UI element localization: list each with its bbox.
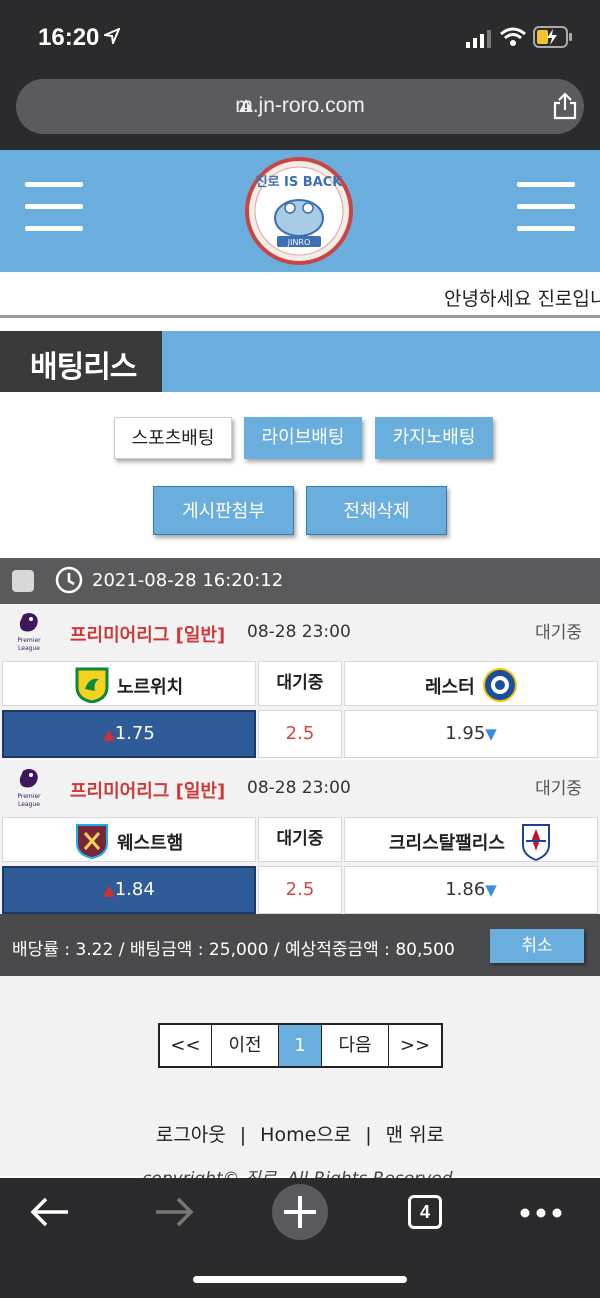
bet-list-header: 2021-08-28 16:20:12 — [0, 558, 600, 604]
pagination: << 이전 1 다음 >> — [158, 1023, 443, 1068]
spacer — [0, 321, 600, 331]
top-link[interactable]: 맨 위로 — [386, 1124, 444, 1146]
title-block: 배팅리스 — [0, 331, 162, 392]
plus-icon — [284, 1196, 316, 1228]
marquee-text: 안녕하세요 진로입니 — [444, 288, 600, 310]
url-text: m.jn-roro.com — [235, 94, 365, 117]
leicester-crest-icon — [483, 668, 517, 702]
footer-links: 로그아웃 | Home으로 | 맨 위로 — [0, 1120, 600, 1147]
url-bar[interactable]: m.jn-roro.com — [16, 79, 584, 134]
pagination-next[interactable]: 다음 — [322, 1025, 389, 1066]
bet-datetime: 2021-08-28 16:20:12 — [92, 570, 284, 591]
match-time: 08-28 23:00 — [247, 778, 351, 798]
browser-toolbar: 4 — [0, 1178, 600, 1298]
premier-league-logo-icon: PremierLeague — [17, 613, 41, 652]
bet-summary-bar: 배당률 : 3.22 / 배팅금액 : 25,000 / 예상적중금액 : 80… — [0, 914, 600, 976]
away-team-name: 레스터 — [425, 677, 475, 698]
arrow-up-icon: ▲ — [103, 881, 115, 899]
pagination-first[interactable]: << — [160, 1025, 212, 1066]
match-mid-label: 대기중 — [258, 661, 342, 706]
draw-odds-button[interactable]: 2.5 — [258, 710, 342, 758]
home-team-cell: 노르위치 — [2, 661, 256, 706]
norwich-crest-icon — [75, 667, 109, 703]
away-team-name: 크리스탈팰리스 — [389, 833, 505, 854]
pagination-prev[interactable]: 이전 — [212, 1025, 279, 1066]
arrow-up-icon: ▲ — [103, 725, 115, 743]
arrow-down-icon: ▼ — [485, 881, 497, 899]
pagination-last[interactable]: >> — [389, 1025, 441, 1066]
match-status: 대기중 — [535, 779, 582, 799]
svg-text:League: League — [18, 801, 40, 808]
away-team-cell: 레스터 — [344, 661, 598, 706]
match-header: Premier League 프리미어리그 [일반] 08-28 23:00 대기… — [0, 760, 600, 815]
west-ham-crest-icon — [76, 824, 108, 859]
home-odds-button[interactable]: ▲1.84 — [2, 866, 256, 914]
away-odds: 1.86 — [445, 879, 486, 900]
bet-summary-text: 배당률 : 3.22 / 배팅금액 : 25,000 / 예상적중금액 : 80… — [12, 940, 455, 960]
tab-live-betting[interactable]: 라이브배팅 — [244, 417, 362, 459]
match-header: Premier League 프리미어리그 [일반] 08-28 23:00 대기… — [0, 604, 600, 659]
away-team-cell: 크리스탈팰리스 — [344, 817, 598, 862]
wifi-icon — [500, 27, 526, 46]
cancel-button[interactable]: 취소 — [490, 929, 584, 963]
battery-icon — [533, 26, 572, 48]
arrow-down-icon: ▼ — [485, 725, 497, 743]
tab-casino-betting[interactable]: 카지노배팅 — [375, 417, 493, 459]
status-time: 16:20 — [38, 24, 100, 51]
crystal-palace-crest-icon — [522, 824, 550, 861]
away-odds: 1.95 — [445, 723, 486, 744]
footer-separator: | — [239, 1124, 247, 1146]
pagination-current[interactable]: 1 — [279, 1025, 322, 1066]
cell-signal-icon — [466, 30, 491, 48]
footer-separator: | — [365, 1124, 372, 1146]
site-header: 진로 IS BACK JINRO — [0, 150, 600, 272]
logo-sub: JINRO — [287, 238, 311, 247]
status-bar: 16:20 — [0, 0, 600, 76]
notice-marquee: 안녕하세요 진로입니 — [0, 272, 600, 318]
home-odds: 1.75 — [114, 723, 155, 744]
more-icon[interactable] — [520, 1208, 562, 1218]
logo-text: 진로 IS BACK — [256, 174, 344, 190]
menu-left-icon[interactable] — [25, 182, 85, 234]
clock-icon — [55, 566, 83, 594]
svg-text:Premier: Premier — [17, 793, 41, 800]
home-team-cell: 웨스트햄 — [2, 817, 256, 862]
match-status: 대기중 — [535, 623, 582, 643]
svg-text:Premier: Premier — [17, 637, 41, 644]
away-odds-button[interactable]: 1.95▼ — [344, 710, 598, 758]
home-team-name: 웨스트햄 — [117, 833, 184, 854]
league-name: 프리미어리그 [일반] — [70, 625, 226, 646]
premier-league-logo-icon: PremierLeague — [17, 769, 41, 808]
page-title-band: 배팅리스 — [0, 331, 600, 392]
league-name: 프리미어리그 [일반] — [70, 781, 226, 802]
home-odds-button[interactable]: ▲1.75 — [2, 710, 256, 758]
location-arrow-icon — [104, 28, 120, 44]
browser-url-area: m.jn-roro.com — [0, 76, 600, 150]
page-title: 배팅리스 — [30, 350, 137, 385]
svg-text:League: League — [18, 645, 40, 652]
forward-arrow-icon[interactable] — [154, 1196, 194, 1228]
away-odds-button[interactable]: 1.86▼ — [344, 866, 598, 914]
logout-link[interactable]: 로그아웃 — [156, 1124, 226, 1146]
new-tab-button[interactable] — [272, 1184, 328, 1240]
site-logo[interactable]: 진로 IS BACK JINRO — [244, 156, 354, 266]
select-checkbox[interactable] — [12, 570, 34, 592]
back-arrow-icon[interactable] — [30, 1196, 70, 1228]
match-mid-label: 대기중 — [258, 817, 342, 862]
home-team-name: 노르위치 — [117, 677, 184, 698]
home-odds: 1.84 — [114, 879, 155, 900]
menu-right-icon[interactable] — [517, 182, 577, 234]
delete-all-button[interactable]: 전체삭제 — [306, 486, 447, 535]
tab-sports-betting[interactable]: 스포츠배팅 — [114, 417, 232, 459]
attach-to-board-button[interactable]: 게시판첨부 — [153, 486, 294, 535]
match-time: 08-28 23:00 — [247, 622, 351, 642]
tab-count-button[interactable]: 4 — [408, 1195, 442, 1229]
home-link[interactable]: Home으로 — [260, 1124, 351, 1146]
home-indicator — [193, 1276, 407, 1283]
share-icon[interactable] — [553, 92, 577, 120]
draw-odds-button[interactable]: 2.5 — [258, 866, 342, 914]
